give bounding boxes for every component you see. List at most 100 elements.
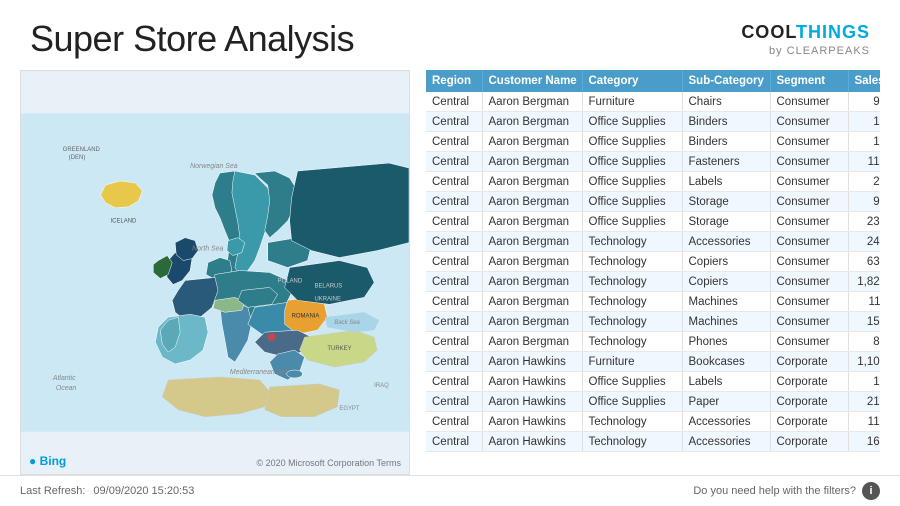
table-row[interactable]: CentralAaron BergmanTechnologyPhonesCons… <box>426 332 880 352</box>
table-cell-customer-name: Aaron Hawkins <box>482 372 582 392</box>
table-cell-sub-category: Storage <box>682 192 770 212</box>
table-row[interactable]: CentralAaron BergmanOffice SuppliesStora… <box>426 192 880 212</box>
table-scroll-container[interactable]: RegionCustomer NameCategorySub-CategoryS… <box>426 70 880 475</box>
bing-logo: ● Bing <box>29 454 66 468</box>
footer-left: Last Refresh: 09/09/2020 15:20:53 <box>20 485 194 497</box>
table-cell-sub-category: Chairs <box>682 92 770 112</box>
table-cell-sales: 1,822.54 <box>848 272 880 292</box>
table-cell-sub-category: Binders <box>682 112 770 132</box>
svg-text:Atlantic: Atlantic <box>52 375 76 382</box>
table-header: RegionCustomer NameCategorySub-CategoryS… <box>426 70 880 92</box>
table-cell-sales: 632.04 <box>848 252 880 272</box>
bing-icon: ● <box>29 454 36 468</box>
table-cell-region: Central <box>426 132 482 152</box>
table-cell-category: Technology <box>582 252 682 272</box>
svg-text:(DEN): (DEN) <box>69 155 86 161</box>
table-row[interactable]: CentralAaron BergmanFurnitureChairsConsu… <box>426 92 880 112</box>
footer-right: Do you need help with the filters? i <box>693 482 880 500</box>
table-cell-sales: 98.39 <box>848 192 880 212</box>
table-cell-segment: Corporate <box>770 392 848 412</box>
table-row[interactable]: CentralAaron BergmanOffice SuppliesBinde… <box>426 132 880 152</box>
content-area: GREENLAND (DEN) Norwegian Sea ICELAND <box>0 70 900 475</box>
svg-text:EGYPT: EGYPT <box>339 406 360 412</box>
table-header-row: RegionCustomer NameCategorySub-CategoryS… <box>426 70 880 92</box>
table-cell-category: Furniture <box>582 352 682 372</box>
table-cell-sales: 157.23 <box>848 312 880 332</box>
table-row[interactable]: CentralAaron HawkinsTechnologyAccessorie… <box>426 432 880 452</box>
table-cell-region: Central <box>426 212 482 232</box>
brand-cool: COOL <box>741 22 796 42</box>
table-row[interactable]: CentralAaron BergmanOffice SuppliesFaste… <box>426 152 880 172</box>
svg-text:North Sea: North Sea <box>192 246 223 253</box>
table-row[interactable]: CentralAaron BergmanOffice SuppliesLabel… <box>426 172 880 192</box>
table-row[interactable]: CentralAaron HawkinsOffice SuppliesLabel… <box>426 372 880 392</box>
table-cell-sales: 166.05 <box>848 432 880 452</box>
table-col-customer-name: Customer Name <box>482 70 582 92</box>
table-cell-sub-category: Labels <box>682 372 770 392</box>
table-cell-segment: Consumer <box>770 172 848 192</box>
info-button[interactable]: i <box>862 482 880 500</box>
table-cell-category: Office Supplies <box>582 372 682 392</box>
table-cell-category: Office Supplies <box>582 392 682 412</box>
table-col-category: Category <box>582 70 682 92</box>
table-cell-sub-category: Machines <box>682 292 770 312</box>
last-refresh-value: 09/09/2020 15:20:53 <box>93 485 194 497</box>
table-cell-customer-name: Aaron Bergman <box>482 152 582 172</box>
svg-text:POLAND: POLAND <box>278 278 303 284</box>
table-cell-sub-category: Accessories <box>682 412 770 432</box>
table-cell-region: Central <box>426 352 482 372</box>
svg-text:ROMANIA: ROMANIA <box>292 313 320 319</box>
table-cell-segment: Consumer <box>770 272 848 292</box>
table-cell-sales: 210.24 <box>848 392 880 412</box>
table-cell-category: Technology <box>582 332 682 352</box>
table-cell-sales: 115.38 <box>848 152 880 172</box>
table-cell-category: Office Supplies <box>582 112 682 132</box>
table-cell-region: Central <box>426 92 482 112</box>
footer: Last Refresh: 09/09/2020 15:20:53 Do you… <box>0 475 900 506</box>
table-row[interactable]: CentralAaron HawkinsOffice SuppliesPaper… <box>426 392 880 412</box>
table-cell-segment: Consumer <box>770 212 848 232</box>
table-col-sub-category: Sub-Category <box>682 70 770 92</box>
table-row[interactable]: CentralAaron HawkinsFurnitureBookcasesCo… <box>426 352 880 372</box>
table-cell-region: Central <box>426 172 482 192</box>
table-cell-customer-name: Aaron Bergman <box>482 312 582 332</box>
page-title: Super Store Analysis <box>30 18 354 60</box>
table-panel: RegionCustomer NameCategorySub-CategoryS… <box>426 70 880 475</box>
table-cell-category: Office Supplies <box>582 152 682 172</box>
table-cell-region: Central <box>426 372 482 392</box>
table-cell-segment: Consumer <box>770 92 848 112</box>
table-row[interactable]: CentralAaron BergmanTechnologyCopiersCon… <box>426 252 880 272</box>
brand: COOLTHINGS by CLEARPEAKS <box>741 18 870 57</box>
table-row[interactable]: CentralAaron BergmanTechnologyAccessorie… <box>426 232 880 252</box>
table-cell-customer-name: Aaron Bergman <box>482 272 582 292</box>
table-cell-segment: Corporate <box>770 372 848 392</box>
svg-text:IRAQ: IRAQ <box>374 383 389 389</box>
table-cell-customer-name: Aaron Bergman <box>482 232 582 252</box>
table-row[interactable]: CentralAaron BergmanTechnologyMachinesCo… <box>426 312 880 332</box>
table-cell-segment: Corporate <box>770 412 848 432</box>
table-cell-sales: 10.92 <box>848 372 880 392</box>
table-cell-customer-name: Aaron Bergman <box>482 172 582 192</box>
table-cell-sub-category: Machines <box>682 312 770 332</box>
table-cell-sub-category: Storage <box>682 212 770 232</box>
table-row[interactable]: CentralAaron HawkinsTechnologyAccessorie… <box>426 412 880 432</box>
table-row[interactable]: CentralAaron BergmanTechnologyCopiersCon… <box>426 272 880 292</box>
table-cell-category: Technology <box>582 312 682 332</box>
table-cell-category: Technology <box>582 232 682 252</box>
svg-text:TURKEY: TURKEY <box>327 346 351 352</box>
table-cell-category: Furniture <box>582 92 682 112</box>
table-cell-region: Central <box>426 192 482 212</box>
table-cell-segment: Consumer <box>770 132 848 152</box>
table-cell-region: Central <box>426 312 482 332</box>
table-cell-sub-category: Paper <box>682 392 770 412</box>
table-row[interactable]: CentralAaron BergmanTechnologyMachinesCo… <box>426 292 880 312</box>
table-cell-sales: 27.00 <box>848 172 880 192</box>
table-cell-segment: Consumer <box>770 192 848 212</box>
table-row[interactable]: CentralAaron BergmanOffice SuppliesStora… <box>426 212 880 232</box>
table-cell-sales: 111.08 <box>848 292 880 312</box>
table-cell-region: Central <box>426 272 482 292</box>
table-cell-sales: 1,100.52 <box>848 352 880 372</box>
table-cell-region: Central <box>426 292 482 312</box>
table-row[interactable]: CentralAaron BergmanOffice SuppliesBinde… <box>426 112 880 132</box>
table-cell-customer-name: Aaron Bergman <box>482 112 582 132</box>
